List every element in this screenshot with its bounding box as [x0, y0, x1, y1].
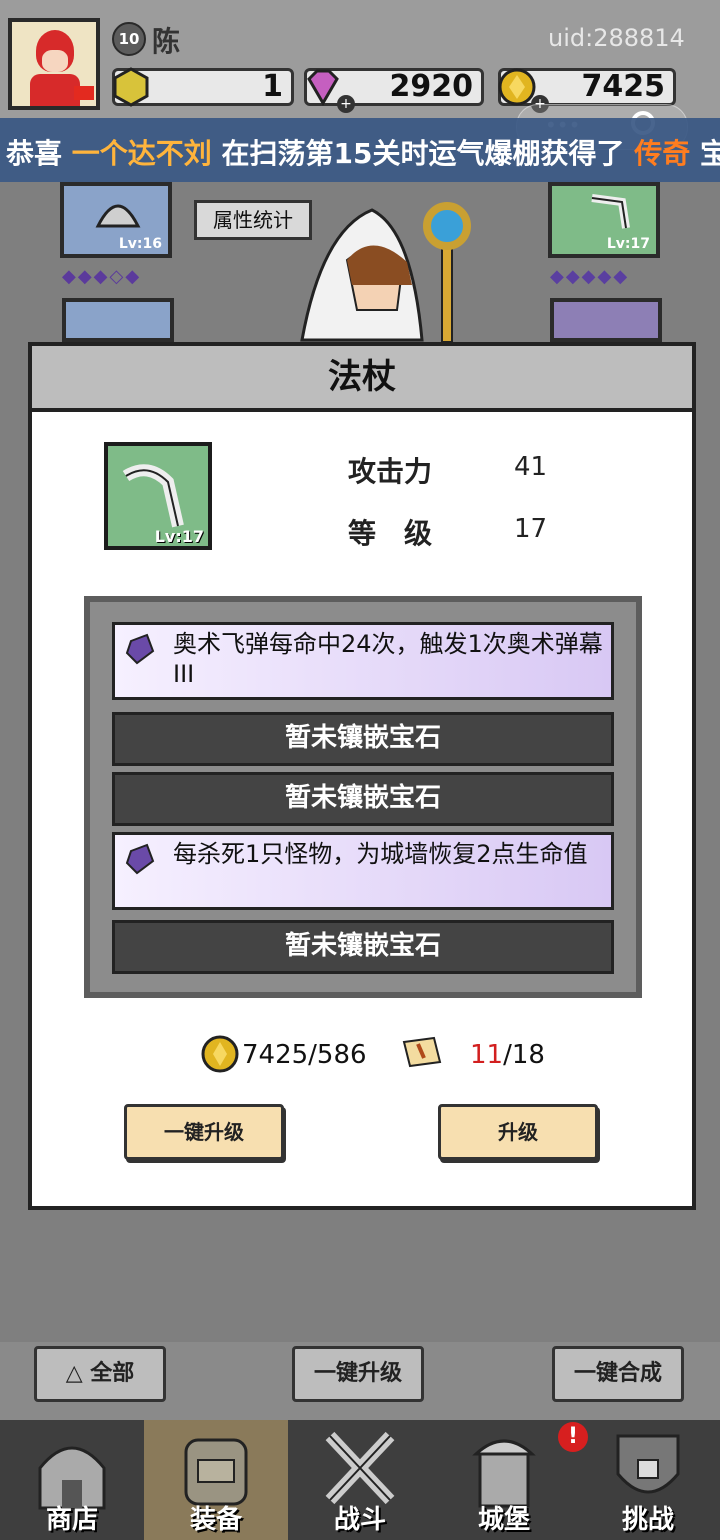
- player-name: 陈: [152, 25, 181, 58]
- tab-shop[interactable]: 商店: [0, 1420, 144, 1540]
- gem-value: 2920: [389, 69, 474, 104]
- marquee-player: 一个达不刘: [71, 137, 212, 170]
- tab-shop-label: 商店: [45, 1505, 98, 1535]
- scroll-count: 11/18: [470, 1040, 545, 1070]
- gold-bar-counter: 1: [112, 67, 294, 107]
- ring-slot[interactable]: [550, 298, 662, 342]
- tab-castle[interactable]: 城堡: [432, 1420, 576, 1540]
- player-uid: uid:288814: [548, 24, 685, 52]
- helmet-slot[interactable]: Lv:16: [60, 182, 172, 258]
- weapon-slot[interactable]: Lv:17: [548, 182, 660, 258]
- attack-value: 41: [514, 452, 548, 482]
- gold-bar-icon: [113, 67, 149, 107]
- scroll-have: 11: [470, 1040, 504, 1070]
- gem-socket-1[interactable]: 奥术飞弹每命中24次，触发1次奥术弹幕III: [112, 622, 614, 700]
- purple-gem-icon: [125, 633, 155, 665]
- gem-socket-2[interactable]: 暂未镶嵌宝石: [112, 712, 614, 766]
- filter-all-button[interactable]: △ 全部: [34, 1346, 166, 1402]
- gem-socket-4[interactable]: 每杀死1只怪物，为城墙恢复2点生命值: [112, 832, 614, 910]
- player-level-badge: 10: [112, 22, 146, 56]
- filter-all-label: 全部: [90, 1361, 135, 1386]
- scroll-icon: [402, 1036, 442, 1068]
- announcement-marquee: 恭喜 一个达不刘 在扫荡第15关时运气爆棚获得了 传奇 宝: [0, 118, 720, 182]
- tab-challenge-label: 挑战: [621, 1505, 674, 1535]
- gem-socket-5[interactable]: 暂未镶嵌宝石: [112, 920, 614, 974]
- scroll-need: /18: [503, 1040, 545, 1070]
- gem-socket-3[interactable]: 暂未镶嵌宝石: [112, 772, 614, 826]
- level-value: 17: [514, 514, 548, 544]
- quick-upgrade-button[interactable]: 一键升级: [124, 1104, 284, 1160]
- coin-value: 7425: [581, 69, 666, 104]
- left-gem-indicators: ◆◆◆◇◆: [62, 266, 142, 287]
- right-gem-indicators: ◆◆◆◆◆: [550, 266, 630, 287]
- marquee-item: 传奇: [634, 137, 691, 170]
- tab-castle-label: 城堡: [477, 1505, 530, 1535]
- castle-alert-badge: !: [558, 1422, 588, 1452]
- triangle-icon: △: [65, 1361, 83, 1386]
- tab-equipment-label: 装备: [189, 1505, 242, 1535]
- avatar[interactable]: [8, 18, 100, 110]
- tab-challenge[interactable]: 挑战: [576, 1420, 720, 1540]
- gem-socket-4-text: 每杀死1只怪物，为城墙恢复2点生命值: [173, 840, 588, 868]
- modal-title: 法杖: [328, 357, 396, 397]
- modal-title-bar: 法杖: [32, 346, 692, 412]
- bulk-upgrade-button[interactable]: 一键升级: [292, 1346, 424, 1402]
- marquee-prefix: 恭喜: [6, 137, 63, 170]
- bottom-tab-bar: 商店 装备 战斗 城堡 挑战: [0, 1420, 720, 1540]
- gem-counter: + 2920: [304, 68, 484, 113]
- helmet-level: Lv:16: [118, 236, 162, 252]
- tab-battle-label: 战斗: [333, 1505, 386, 1535]
- staff-icon: [122, 464, 184, 528]
- marquee-suffix: 宝: [700, 137, 720, 170]
- weapon-icon-box: Lv:17: [104, 442, 212, 550]
- tab-battle[interactable]: 战斗: [288, 1420, 432, 1540]
- gold-bar-value: 1: [262, 69, 283, 104]
- marquee-middle: 在扫荡第15关时运气爆棚获得了: [221, 137, 625, 170]
- bulk-merge-button[interactable]: 一键合成: [552, 1346, 684, 1402]
- coin-icon: [201, 1035, 239, 1073]
- add-gems-icon[interactable]: +: [337, 95, 355, 113]
- armor-slot[interactable]: [62, 298, 174, 342]
- level-label: 等 级: [348, 517, 433, 550]
- attack-label: 攻击力: [348, 455, 433, 488]
- item-detail-modal: 法杖 Lv:17 攻击力 41 等 级 17 奥术飞弹每命中24次，触发1次奥术…: [28, 342, 696, 1210]
- hero-character: [300, 202, 471, 342]
- purple-gem-icon: [125, 843, 155, 875]
- upgrade-button[interactable]: 升级: [438, 1104, 598, 1160]
- coin-counter: + 7425: [498, 68, 676, 113]
- tab-equipment[interactable]: 装备: [144, 1420, 288, 1540]
- helmet-icon: [95, 204, 141, 228]
- coin-cost: 7425/586: [242, 1040, 367, 1070]
- gem-socket-1-text: 奥术飞弹每命中24次，触发1次奥术弹幕III: [173, 630, 603, 688]
- weapon-icon-level: Lv:17: [154, 527, 204, 546]
- gem-socket-panel: 奥术飞弹每命中24次，触发1次奥术弹幕III 暂未镶嵌宝石 暂未镶嵌宝石 每杀死…: [84, 596, 642, 998]
- weapon-level: Lv:17: [606, 236, 650, 252]
